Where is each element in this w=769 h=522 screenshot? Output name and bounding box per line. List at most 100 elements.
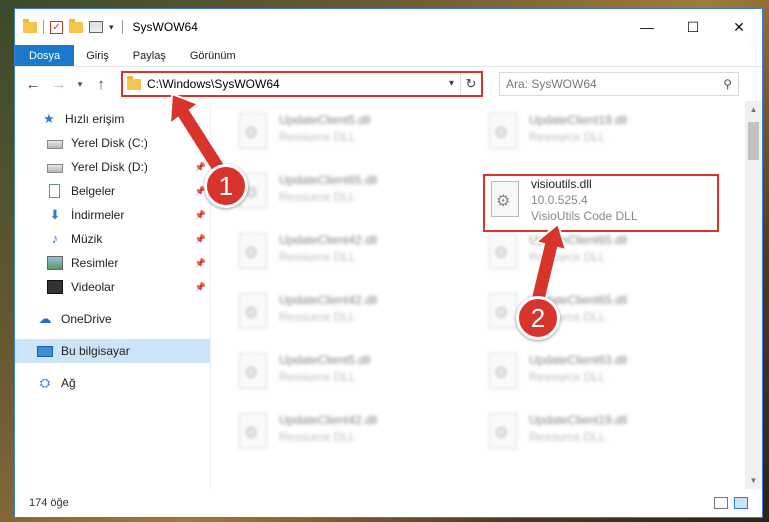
tab-view[interactable]: Görünüm <box>178 45 248 66</box>
dll-file-icon: ⚙ <box>235 413 271 457</box>
navigation-pane: ★ Hızlı erişim Yerel Disk (C:) 📌 Yerel D… <box>15 101 211 489</box>
forward-arrow-icon[interactable]: → <box>47 72 71 96</box>
search-placeholder: Ara: SysWOW64 <box>506 77 597 91</box>
dll-file-icon: ⚙ <box>235 233 271 277</box>
file-item[interactable]: ⚙ UpdateClient5.dll Resource DLL <box>231 107 461 163</box>
file-item[interactable]: ⚙ UpdateClient42.dll Resource DLL <box>231 227 461 283</box>
large-icons-view-icon[interactable] <box>734 497 748 509</box>
search-input[interactable]: Ara: SysWOW64 ⚲ <box>499 72 739 96</box>
step-badge-1: 1 <box>204 164 248 208</box>
file-description: Resource DLL <box>279 250 356 264</box>
address-input[interactable]: C:\Windows\SysWOW64 ▾ ↻ <box>121 71 483 97</box>
nav-label: Yerel Disk (C:) <box>71 136 148 150</box>
search-icon[interactable]: ⚲ <box>723 77 732 91</box>
nav-item-videos[interactable]: Videolar 📌 <box>15 275 210 299</box>
nav-item-onedrive[interactable]: ☁ OneDrive <box>15 307 210 331</box>
scroll-down-icon[interactable]: ▼ <box>745 472 762 489</box>
file-name: UpdateClient5.dll <box>279 113 371 127</box>
star-icon: ★ <box>43 111 55 126</box>
file-item[interactable]: ⚙ UpdateClient5.dll Resource DLL <box>231 347 461 403</box>
new-folder-icon[interactable] <box>69 18 83 33</box>
dll-file-icon: ⚙ <box>235 293 271 337</box>
toolbar-dropdown-icon[interactable]: ▾ <box>109 22 114 33</box>
pictures-icon <box>47 256 63 270</box>
file-name: UpdateClient65.dll <box>279 173 378 187</box>
back-arrow-icon[interactable]: ← <box>21 72 45 96</box>
nav-label: Resimler <box>71 256 119 270</box>
close-button[interactable]: ✕ <box>716 9 762 45</box>
nav-item-network[interactable]: ⛭ Ağ <box>15 371 210 395</box>
pin-icon: 📌 <box>194 233 206 244</box>
dll-file-icon: ⚙ <box>485 113 521 157</box>
tab-share[interactable]: Paylaş <box>121 45 178 66</box>
address-dropdown-icon[interactable]: ▾ <box>443 73 461 95</box>
step-badge-2: 2 <box>516 296 560 340</box>
explorer-window: ✓ ▾ SysWOW64 — ☐ ✕ Dosya Giriş Paylaş Gö… <box>14 8 763 518</box>
file-item[interactable]: ⚙ UpdateClient19.dll Resource DLL <box>481 407 711 463</box>
pin-icon: 📌 <box>194 137 206 148</box>
scroll-up-icon[interactable]: ▲ <box>745 101 762 118</box>
nav-item-downloads[interactable]: ⬇ İndirmeler 📌 <box>15 203 210 227</box>
up-arrow-icon[interactable]: ↑ <box>89 72 113 96</box>
file-item[interactable]: ⚙ UpdateClient65.dll Resource DLL <box>231 167 461 223</box>
nav-item-local-disk-d[interactable]: Yerel Disk (D:) 📌 <box>15 155 210 179</box>
nav-label: Ağ <box>61 376 76 390</box>
minimize-button[interactable]: — <box>624 9 670 45</box>
separator <box>43 20 44 34</box>
dll-file-icon: ⚙ <box>485 233 521 277</box>
drive-icon <box>47 164 63 173</box>
pin-icon: 📌 <box>194 281 206 292</box>
documents-icon <box>49 184 60 198</box>
tab-file[interactable]: Dosya <box>15 45 75 66</box>
refresh-icon[interactable]: ↻ <box>461 76 481 92</box>
network-icon: ⛭ <box>39 375 51 390</box>
file-list: ⚙ UpdateClient5.dll Resource DLL ⚙ Update… <box>211 101 762 489</box>
scroll-thumb[interactable] <box>748 122 759 160</box>
file-item[interactable]: ⚙ UpdateClient42.dll Resource DLL <box>231 407 461 463</box>
pin-icon: 📌 <box>194 257 206 268</box>
nav-label: Yerel Disk (D:) <box>71 160 148 174</box>
properties-check-icon[interactable]: ✓ <box>50 20 63 34</box>
dll-file-icon: ⚙ <box>485 413 521 457</box>
file-item[interactable]: ⚙ UpdateClient65.dll Resource DLL <box>481 227 711 283</box>
tab-home[interactable]: Giriş <box>74 45 121 66</box>
cloud-icon: ☁ <box>38 311 52 326</box>
nav-label: Bu bilgisayar <box>61 344 130 358</box>
maximize-button[interactable]: ☐ <box>670 9 716 45</box>
details-view-icon[interactable] <box>714 497 728 509</box>
file-name: UpdateClient65.dll <box>529 233 628 247</box>
recent-locations-chevron-icon[interactable]: ▾ <box>73 72 87 96</box>
file-name: UpdateClient19.dll <box>529 113 628 127</box>
file-name: UpdateClient5.dll <box>279 353 371 367</box>
window-title: SysWOW64 <box>132 20 198 34</box>
quick-access-toolbar: ✓ ▾ <box>23 18 114 34</box>
file-name: UpdateClient42.dll <box>279 413 378 427</box>
nav-item-this-pc[interactable]: Bu bilgisayar <box>15 339 210 363</box>
nav-label: Videolar <box>71 280 115 294</box>
address-bar-row: ← → ▾ ↑ C:\Windows\SysWOW64 ▾ ↻ Ara: Sys… <box>15 67 762 101</box>
file-item[interactable]: ⚙ UpdateClient42.dll Resource DLL <box>231 287 461 343</box>
file-name: UpdateClient42.dll <box>279 233 378 247</box>
file-item[interactable]: ⚙ UpdateClient63.dll Resource DLL <box>481 347 711 403</box>
file-item[interactable]: ⚙ UpdateClient19.dll Resource DLL <box>481 107 711 163</box>
video-icon <box>47 280 63 294</box>
music-note-icon: ♪ <box>51 231 59 246</box>
title-bar: ✓ ▾ SysWOW64 — ☐ ✕ <box>15 9 762 45</box>
nav-item-documents[interactable]: Belgeler 📌 <box>15 179 210 203</box>
file-description: Resource DLL <box>529 370 606 384</box>
file-description: Resource DLL <box>529 130 606 144</box>
separator <box>121 20 123 34</box>
dll-file-icon: ⚙ <box>485 353 521 397</box>
nav-item-pictures[interactable]: Resimler 📌 <box>15 251 210 275</box>
customize-icon[interactable] <box>89 21 103 33</box>
nav-item-local-disk-c[interactable]: Yerel Disk (C:) 📌 <box>15 131 210 155</box>
vertical-scrollbar[interactable]: ▲ ▼ <box>745 101 762 489</box>
dll-file-icon: ⚙ <box>235 113 271 157</box>
file-description: Resource DLL <box>279 370 356 384</box>
folder-icon <box>127 75 141 90</box>
item-count: 174 öğe <box>29 497 69 509</box>
computer-icon <box>37 345 53 357</box>
status-bar: 174 öğe <box>15 489 762 517</box>
nav-item-music[interactable]: ♪ Müzik 📌 <box>15 227 210 251</box>
nav-quick-access[interactable]: ★ Hızlı erişim <box>15 107 210 131</box>
